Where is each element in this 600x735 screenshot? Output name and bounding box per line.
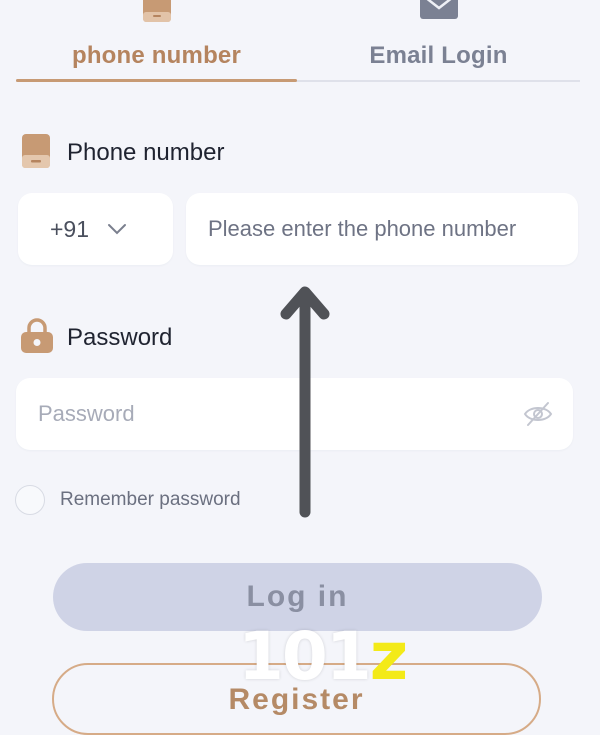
watermark-number: 101	[238, 618, 372, 695]
tab-email-login[interactable]: Email Login	[297, 0, 580, 82]
chevron-down-icon	[108, 224, 127, 235]
eye-off-icon[interactable]	[523, 400, 553, 428]
phone-number-label: Phone number	[67, 139, 225, 166]
lock-icon	[21, 318, 53, 353]
active-tab-indicator	[16, 79, 297, 82]
tab-email-login-label: Email Login	[369, 42, 508, 69]
phone-icon	[22, 134, 50, 168]
phone-number-input[interactable]	[186, 193, 578, 265]
remember-password-checkbox[interactable]	[15, 485, 45, 515]
country-code-select[interactable]: +91	[18, 193, 173, 265]
arrow-up-icon	[280, 286, 330, 518]
watermark-letter: z	[369, 618, 408, 695]
mail-icon	[419, 0, 458, 19]
remember-password-label: Remember password	[60, 489, 241, 510]
watermark-logo: 101z	[238, 618, 408, 695]
phone-number-field[interactable]	[186, 193, 578, 265]
country-code-value: +91	[50, 215, 90, 242]
phone-icon	[142, 0, 171, 22]
password-label: Password	[67, 324, 173, 351]
tab-phone-number-label: phone number	[71, 42, 242, 69]
tab-phone-number[interactable]: phone number	[16, 0, 297, 82]
